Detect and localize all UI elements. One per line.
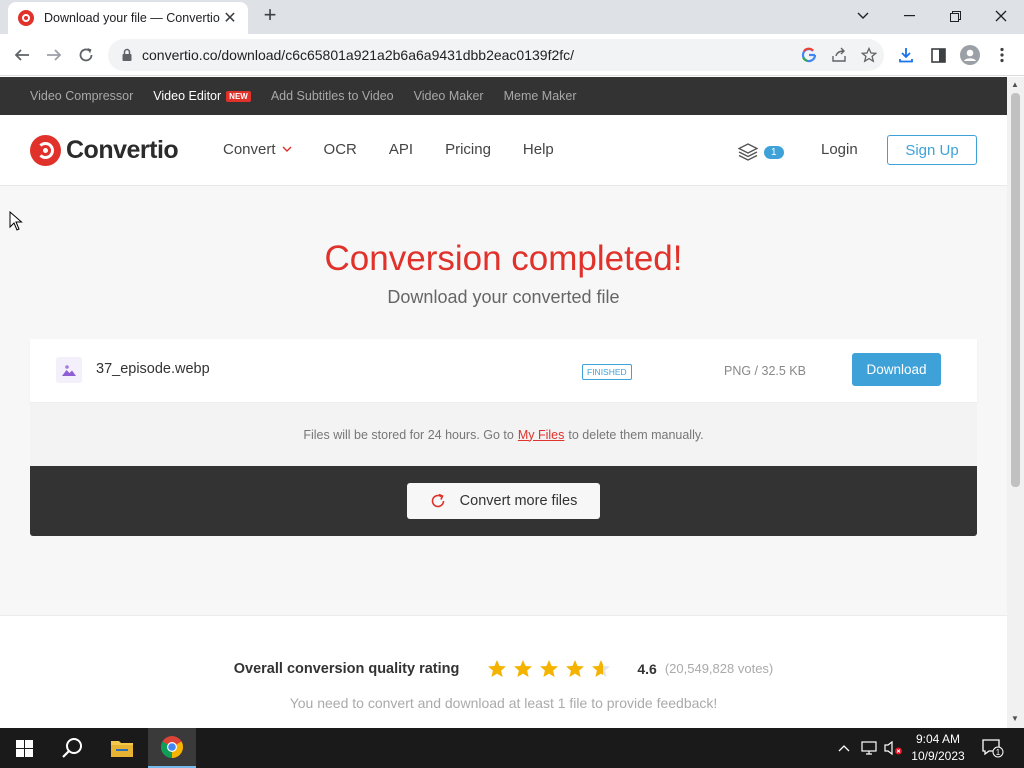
refresh-icon: [431, 493, 444, 508]
file-name: 37_episode.webp: [96, 361, 210, 377]
search-icon[interactable]: [48, 728, 96, 768]
promo-link-video-editor[interactable]: Video Editor NEW: [153, 89, 251, 103]
clock-date: 10/9/2023: [911, 749, 965, 763]
tab-search-icon[interactable]: [840, 3, 886, 29]
nav-convert-label: Convert: [223, 141, 276, 158]
nav-api[interactable]: API: [389, 141, 413, 158]
new-badge: NEW: [226, 90, 251, 102]
layers-icon: [738, 143, 758, 161]
star-icon: [540, 660, 559, 677]
page-viewport: Video Compressor Video Editor NEW Add Su…: [0, 77, 1007, 728]
star-icon: [514, 660, 533, 677]
signup-button[interactable]: Sign Up: [887, 135, 977, 165]
file-explorer-icon[interactable]: [98, 728, 146, 768]
clock-time: 9:04 AM: [915, 732, 961, 746]
url-text: convertio.co/download/c6c65801a921a2b6a6…: [142, 47, 575, 63]
star-icon: [488, 660, 507, 677]
nav-ocr[interactable]: OCR: [324, 141, 357, 158]
google-translate-icon[interactable]: [794, 40, 824, 70]
notification-center-icon[interactable]: 1: [982, 728, 1008, 768]
mouse-cursor-icon: [9, 211, 23, 231]
convertio-favicon-icon: [18, 10, 34, 26]
back-arrow-icon[interactable]: [8, 41, 36, 69]
system-clock[interactable]: 9:04 AM 10/9/2023: [906, 731, 970, 765]
restore-icon[interactable]: [932, 3, 978, 29]
promo-link-label: Video Editor: [153, 89, 222, 103]
tab-close-icon[interactable]: ✕: [222, 8, 238, 28]
rating-row: Overall conversion quality rating 4.6 (2…: [0, 659, 1007, 678]
minimize-icon[interactable]: [886, 3, 932, 29]
files-count-badge: 1: [764, 145, 784, 159]
lock-icon[interactable]: [120, 48, 134, 62]
reload-icon[interactable]: [72, 41, 100, 69]
rating-note: You need to convert and download at leas…: [289, 695, 718, 711]
promo-bar: Video Compressor Video Editor NEW Add Su…: [0, 77, 1007, 115]
convertio-logo-icon: [30, 135, 61, 166]
login-link[interactable]: Login: [821, 141, 858, 158]
windows-taskbar: 9:04 AM 10/9/2023 1: [0, 728, 1024, 768]
convert-more-files-button[interactable]: Convert more files: [407, 483, 600, 519]
share-icon[interactable]: [824, 40, 854, 70]
chrome-taskbar-icon[interactable]: [148, 728, 196, 768]
nav-help[interactable]: Help: [523, 141, 554, 158]
rating-section: Overall conversion quality rating 4.6 (2…: [0, 615, 1007, 728]
promo-link-meme-maker[interactable]: Meme Maker: [504, 89, 577, 103]
star-icon: [566, 660, 585, 677]
main-nav: Convert OCR API Pricing Help: [223, 141, 586, 158]
browser-tab-strip: Download your file — Convertio ✕ +: [0, 0, 1024, 34]
promo-link-video-maker[interactable]: Video Maker: [414, 89, 484, 103]
storage-note-text-end: to delete them manually.: [568, 427, 704, 442]
profile-avatar-icon[interactable]: [956, 41, 984, 69]
address-bar[interactable]: convertio.co/download/c6c65801a921a2b6a6…: [108, 39, 884, 71]
download-button[interactable]: Download: [852, 353, 941, 386]
nav-pricing[interactable]: Pricing: [445, 141, 491, 158]
storage-note: Files will be stored for 24 hours. Go to…: [30, 403, 977, 466]
browser-tab[interactable]: Download your file — Convertio ✕: [8, 2, 248, 34]
promo-link-add-subtitles[interactable]: Add Subtitles to Video: [271, 89, 394, 103]
logo-wordmark: Convertio: [66, 136, 179, 164]
scroll-down-icon[interactable]: ▼: [1011, 714, 1019, 723]
promo-link-video-compressor[interactable]: Video Compressor: [30, 89, 133, 103]
status-badge: FINISHED: [582, 364, 632, 380]
page-title: Conversion completed!: [324, 239, 683, 278]
forward-arrow-icon[interactable]: [40, 41, 68, 69]
my-files-link[interactable]: My Files: [518, 428, 565, 442]
close-window-icon[interactable]: [978, 3, 1024, 29]
browser-toolbar: convertio.co/download/c6c65801a921a2b6a6…: [0, 34, 1024, 76]
star-icon: [592, 660, 611, 677]
image-file-icon: [56, 357, 82, 383]
browser-menu-icon[interactable]: [988, 41, 1016, 69]
file-row: 37_episode.webp FINISHED PNG / 32.5 KB D…: [30, 339, 977, 403]
convert-more-label: Convert more files: [459, 493, 578, 509]
side-panel-icon[interactable]: [924, 41, 952, 69]
network-icon[interactable]: [861, 728, 881, 768]
file-format-size: PNG / 32.5 KB: [724, 364, 806, 378]
site-header: Convertio Convert OCR API Pricing Help 1…: [0, 115, 1007, 186]
nav-convert[interactable]: Convert: [223, 141, 292, 158]
bookmark-star-icon[interactable]: [854, 40, 884, 70]
my-files-button[interactable]: 1: [738, 143, 784, 161]
rating-score: 4.6: [637, 660, 657, 677]
rating-votes: (20,549,828 votes): [664, 661, 774, 676]
storage-note-text: Files will be stored for 24 hours. Go to: [303, 427, 514, 442]
downloads-icon[interactable]: [892, 41, 920, 69]
rating-label: Overall conversion quality rating: [233, 660, 460, 677]
tray-chevron-up-icon[interactable]: [838, 728, 856, 768]
page-scrollbar[interactable]: ▲ ▼: [1007, 77, 1024, 728]
windows-start-icon[interactable]: [0, 728, 48, 768]
tab-title: Download your file — Convertio: [44, 11, 220, 25]
convertio-logo[interactable]: Convertio: [30, 135, 179, 166]
new-tab-button[interactable]: +: [258, 4, 282, 28]
page-subtitle: Download your converted file: [387, 287, 620, 307]
scrollbar-thumb[interactable]: [1011, 93, 1020, 487]
scroll-up-icon[interactable]: ▲: [1011, 80, 1019, 89]
chevron-down-icon: [282, 144, 292, 155]
convert-more-panel: Convert more files: [30, 466, 977, 536]
rating-stars: [487, 659, 617, 678]
volume-muted-icon[interactable]: [884, 728, 906, 768]
notification-count: 1: [996, 748, 1001, 757]
